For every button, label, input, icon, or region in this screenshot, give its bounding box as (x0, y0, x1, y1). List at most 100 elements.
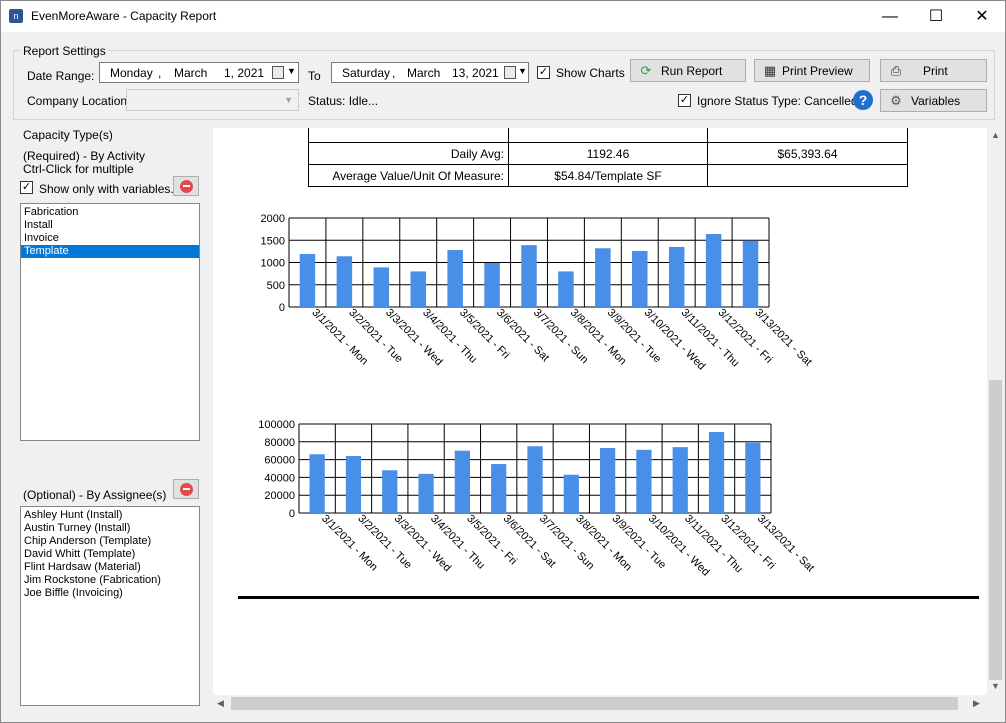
list-item[interactable]: Austin Turney (Install) (21, 522, 199, 535)
bar (708, 432, 725, 513)
window-title: EvenMoreAware - Capacity Report (31, 9, 217, 23)
list-item[interactable]: Flint Hardsaw (Material) (21, 561, 199, 574)
list-item[interactable]: Install (21, 219, 199, 232)
y-tick-label: 1500 (261, 235, 285, 247)
table-row: Daily Avg: 1192.46 $65,393.64 (308, 142, 908, 165)
scroll-up-icon[interactable]: ▲ (991, 130, 1000, 140)
bar (595, 248, 611, 307)
bar (418, 473, 434, 513)
to-date-picker[interactable]: Saturday , March 13, 2021 ▼ (331, 62, 529, 83)
bar (410, 271, 426, 307)
bar (454, 450, 471, 513)
bar (563, 474, 579, 513)
clear-activities-button[interactable] (173, 176, 199, 196)
maximize-button[interactable]: ☐ (913, 1, 959, 32)
run-report-button[interactable]: ⟳ Run Report (630, 59, 746, 82)
scroll-left-icon[interactable]: ◀ (217, 698, 224, 709)
bar (521, 245, 537, 307)
gear-icon: ⚙ (890, 93, 902, 108)
list-item[interactable]: Template (21, 245, 199, 258)
company-location-label: Company Location (27, 94, 128, 108)
vertical-scroll-thumb[interactable] (989, 380, 1002, 680)
remove-icon (180, 483, 193, 496)
list-item[interactable]: David Whitt (Template) (21, 548, 199, 561)
y-tick-label: 500 (267, 280, 285, 292)
y-tick-label: 2000 (261, 213, 285, 225)
y-tick-label: 20000 (264, 490, 295, 502)
bar (742, 240, 759, 307)
avg-value-per-unit-label: Average Value/Unit Of Measure: (308, 164, 509, 187)
show-only-variables-label: Show only with variables. (39, 182, 174, 196)
value-bar-chart: 0200004000060000800001000003/1/2021 - Mo… (258, 419, 816, 578)
print-preview-icon: ▦ (763, 63, 777, 78)
clear-assignees-button[interactable] (173, 479, 199, 499)
bar (672, 447, 688, 513)
horizontal-scrollbar[interactable]: ◀ ▶ (213, 695, 987, 712)
from-date-picker[interactable]: Monday , March 1, 2021 ▼ (99, 62, 299, 83)
refresh-icon: ⟳ (640, 63, 652, 78)
app-window: n EvenMoreAware - Capacity Report — ☐ ✕ … (0, 0, 1006, 723)
title-bar[interactable]: n EvenMoreAware - Capacity Report — ☐ ✕ (1, 1, 1005, 32)
bar (447, 250, 463, 307)
minimize-button[interactable]: — (867, 1, 913, 32)
show-charts-checkbox[interactable]: ✓ (537, 66, 550, 79)
bar (336, 256, 353, 307)
bar (599, 448, 616, 513)
bar (668, 246, 685, 307)
calendar-icon[interactable] (272, 66, 284, 79)
scroll-down-icon[interactable]: ▼ (991, 681, 1000, 691)
summary-cell (508, 128, 708, 143)
list-item[interactable]: Ashley Hunt (Install) (21, 509, 199, 522)
required-by-activity-text: (Required) - By Activity (23, 149, 146, 163)
chevron-down-icon[interactable]: ▼ (287, 66, 296, 76)
list-item[interactable]: Joe Biffle (Invoicing) (21, 587, 199, 600)
to-weekday: Saturday (342, 66, 391, 80)
show-only-variables-checkbox[interactable]: ✓ (20, 181, 33, 194)
avg-value-per-unit: $54.84/Template SF (508, 164, 708, 187)
print-button[interactable]: ⎙ Print (880, 59, 987, 82)
quantity-bar-chart: 05001000150020003/1/2021 - Mon3/2/2021 -… (261, 213, 815, 372)
y-tick-label: 1000 (261, 258, 285, 270)
assignee-listbox[interactable]: Ashley Hunt (Install) Austin Turney (Ins… (20, 506, 200, 706)
ignore-status-checkbox[interactable]: ✓ (678, 94, 691, 107)
bar (636, 449, 652, 513)
close-button[interactable]: ✕ (959, 1, 1005, 32)
report-settings-title: Report Settings (21, 44, 108, 58)
bar (484, 262, 500, 307)
list-item[interactable]: Invoice (21, 232, 199, 245)
bar (527, 446, 543, 513)
to-label: To (308, 69, 321, 83)
vertical-scrollbar[interactable]: ▲ ▼ (987, 128, 1004, 695)
variables-button[interactable]: ⚙ Variables (880, 89, 987, 112)
bar (345, 456, 362, 513)
date-range-label: Date Range: (27, 69, 95, 83)
from-sep: , (158, 66, 162, 80)
daily-avg-value: 1192.46 (508, 142, 708, 165)
chevron-down-icon[interactable]: ▼ (518, 66, 527, 76)
bar (558, 271, 574, 307)
list-item[interactable]: Fabrication (21, 206, 199, 219)
y-tick-label: 0 (279, 302, 285, 314)
activity-listbox[interactable]: Fabrication Install Invoice Template (20, 203, 200, 441)
y-tick-label: 80000 (264, 437, 295, 449)
report-viewer[interactable]: Daily Avg: 1192.46 $65,393.64 Average Va… (213, 128, 987, 695)
list-item[interactable]: Jim Rockstone (Fabrication) (21, 574, 199, 587)
bar (745, 442, 761, 513)
calendar-icon[interactable] (504, 66, 516, 79)
from-day-year: 1, 2021 (224, 66, 265, 80)
bar (632, 250, 648, 307)
printer-icon: ⎙ (890, 63, 902, 78)
bar (309, 454, 325, 513)
bar (705, 234, 722, 307)
bar (373, 267, 390, 307)
list-item[interactable]: Chip Anderson (Template) (21, 535, 199, 548)
remove-icon (180, 180, 193, 193)
help-icon[interactable]: ? (853, 90, 873, 110)
scroll-right-icon[interactable]: ▶ (973, 698, 980, 709)
daily-avg-dollars: $65,393.64 (707, 142, 908, 165)
print-preview-button[interactable]: ▦ Print Preview (754, 59, 870, 82)
company-location-select[interactable]: ▼ (126, 89, 299, 111)
print-preview-label: Print Preview (782, 64, 853, 78)
horizontal-scroll-thumb[interactable] (231, 697, 958, 710)
run-report-label: Run Report (661, 64, 723, 78)
